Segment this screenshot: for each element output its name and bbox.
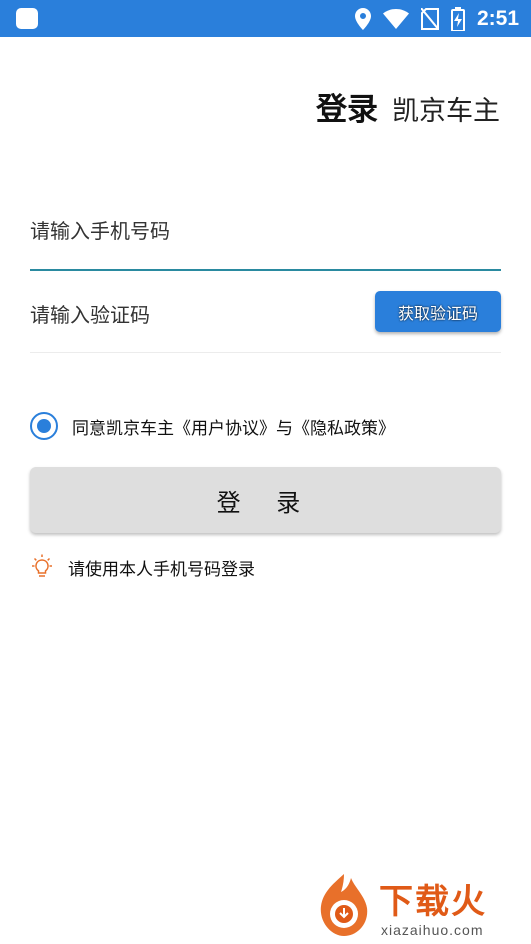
status-icons: 2:51 xyxy=(354,0,519,37)
wifi-icon xyxy=(382,8,409,29)
page-header: 登录 凯京车主 xyxy=(316,84,500,129)
tip-text: 请使用本人手机号码登录 xyxy=(68,559,255,580)
notification-icon xyxy=(16,8,38,29)
status-bar: 2:51 xyxy=(0,0,531,37)
get-code-button[interactable]: 获取验证码 xyxy=(375,291,501,332)
code-placeholder: 请输入验证码 xyxy=(30,303,150,327)
status-time: 2:51 xyxy=(476,6,519,30)
watermark: 下载火 xiazaihuo.com xyxy=(313,872,523,942)
flame-logo-icon xyxy=(320,874,368,936)
login-button[interactable]: 登 录 xyxy=(30,467,501,533)
verification-code-input[interactable]: 请输入验证码 获取验证码 xyxy=(30,285,501,353)
agreement-row: 同意凯京车主《用户协议》与《隐私政策》 xyxy=(30,412,395,440)
no-sim-icon xyxy=(420,7,439,30)
watermark-domain: xiazaihuo.com xyxy=(381,922,484,938)
lightbulb-icon xyxy=(32,554,52,577)
app-name: 凯京车主 xyxy=(392,96,500,127)
phone-placeholder: 请输入手机号码 xyxy=(30,219,170,243)
page-title: 登录 xyxy=(316,92,378,128)
phone-input[interactable]: 请输入手机号码 xyxy=(30,200,501,271)
tip-row: 请使用本人手机号码登录 xyxy=(30,554,255,580)
watermark-brand: 下载火 xyxy=(379,882,487,922)
agreement-text[interactable]: 同意凯京车主《用户协议》与《隐私政策》 xyxy=(72,414,395,439)
radio-dot xyxy=(37,419,51,433)
location-icon xyxy=(354,7,371,30)
agreement-radio[interactable] xyxy=(30,412,58,440)
battery-charging-icon xyxy=(450,6,465,31)
